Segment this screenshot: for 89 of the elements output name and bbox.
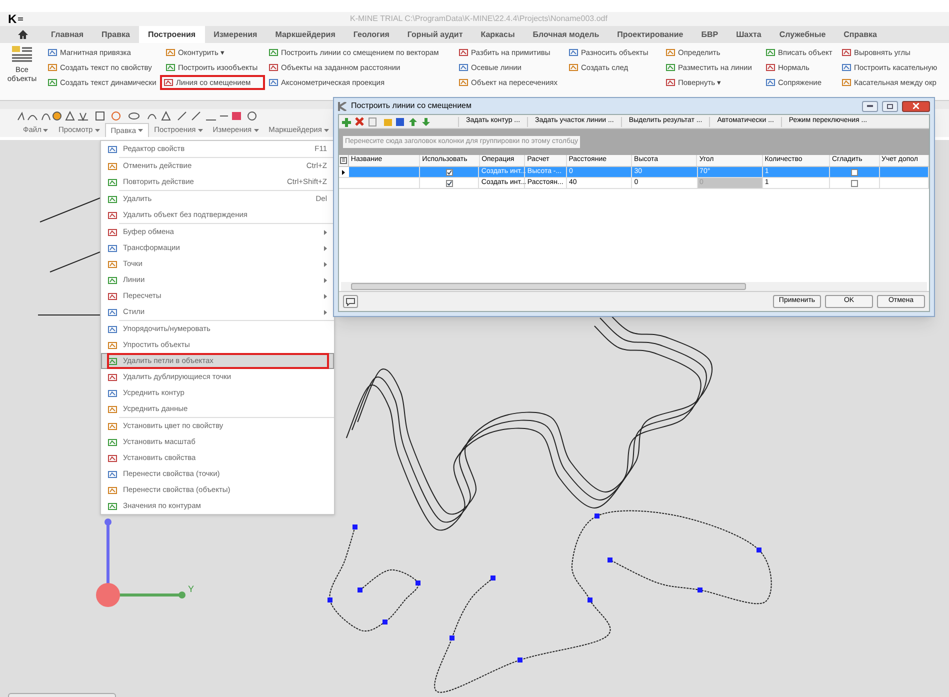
menu-item-icon: [108, 470, 117, 478]
menu-item-icon: [108, 276, 117, 284]
menu-item-icon: [108, 144, 117, 154]
tool-icon: [269, 48, 278, 57]
tool-icon: [766, 48, 775, 57]
menu-item-icon: [108, 356, 117, 366]
dialog-title: Построить линии со смещением: [351, 100, 472, 112]
tool-icon: [48, 63, 57, 72]
window-title: K-MINE TRIAL C:\ProgramData\K-MINE\22.4.4\Projects\Noname003.odf: [350, 13, 608, 25]
ribbon-tab[interactable]: Построения: [139, 26, 205, 43]
checkbox[interactable]: [446, 180, 453, 186]
checkbox[interactable]: [446, 168, 453, 176]
maximize-icon: [887, 104, 893, 108]
dropdown-caret-icon: [198, 128, 203, 132]
menu-item-icon: [108, 260, 117, 268]
tool-icon: [666, 48, 675, 57]
menu-item-icon: [108, 178, 117, 186]
tool-icon: [842, 63, 851, 72]
ribbon-tab[interactable]: Главная: [42, 26, 93, 43]
tool-icon: [48, 78, 57, 87]
ribbon-tab[interactable]: Блочная модель: [524, 26, 608, 43]
tool-icon: [166, 63, 175, 72]
checkbox[interactable]: [850, 180, 858, 186]
speech-bubble-icon: [346, 298, 355, 306]
menu-item-icon: [108, 228, 117, 236]
ribbon-tab[interactable]: Горный аудит: [398, 26, 472, 43]
dropdown-caret-icon: [138, 129, 144, 132]
menu-item-icon: [108, 502, 117, 510]
minimize-button[interactable]: [862, 100, 878, 112]
menu-item-icon: [108, 422, 117, 430]
ribbon-tab[interactable]: Шахта: [727, 26, 770, 43]
menu-item-icon: [108, 194, 117, 204]
current-row-icon: [342, 170, 346, 174]
tool-icon: [459, 48, 468, 57]
tool-icon: [842, 78, 851, 87]
column-chooser-icon[interactable]: [340, 157, 347, 164]
checkbox[interactable]: [850, 168, 858, 176]
app-logo: K: [8, 13, 17, 25]
home-icon[interactable]: [18, 30, 28, 39]
menu-item-icon: [108, 324, 117, 334]
menu-item-icon: [108, 244, 117, 252]
dropdown-caret-icon: [324, 128, 329, 132]
comment-button[interactable]: [343, 295, 358, 308]
menu-item-icon: [108, 308, 117, 316]
tool-icon: [766, 63, 775, 72]
tool-icon: [766, 78, 775, 87]
dropdown-caret-icon: [94, 128, 100, 132]
dropdown-caret-icon: [43, 128, 48, 132]
axis-label: Y: [188, 583, 194, 596]
menu-item-icon: [108, 292, 117, 300]
menu-item-icon: [108, 210, 117, 220]
tool-icon: [459, 78, 468, 87]
list-icon: [11, 45, 33, 65]
menu-item-icon: [108, 438, 117, 446]
tool-icon: [459, 63, 468, 72]
horizontal-scrollbar[interactable]: [341, 282, 927, 291]
app-logo-icon: [338, 102, 347, 110]
menu-item-icon: [108, 162, 117, 170]
ribbon-tab[interactable]: Каркасы: [472, 26, 524, 43]
ribbon-tab[interactable]: Измерения: [204, 26, 266, 43]
ribbon-tab[interactable]: Справка: [834, 26, 886, 43]
ribbon-tab[interactable]: Правка: [92, 26, 140, 43]
tool-icon: [166, 48, 175, 57]
tool-icon: [569, 48, 578, 57]
ribbon-tab[interactable]: Маркшейдерия: [266, 26, 344, 43]
menu-item-icon: [108, 454, 117, 462]
dropdown-caret-icon: [254, 128, 259, 132]
close-icon: [913, 103, 919, 109]
menu-item-icon: [108, 486, 117, 494]
ribbon-tab[interactable]: Проектирование: [608, 26, 692, 43]
tool-icon: [164, 78, 173, 87]
menu-item-icon: [108, 404, 117, 414]
tool-icon: [48, 48, 57, 57]
scrollbar-thumb[interactable]: [351, 283, 746, 290]
menu-item-icon: [108, 388, 117, 398]
tool-icon: [269, 78, 278, 87]
menu-item-icon: [108, 372, 117, 382]
tool-icon: [269, 63, 278, 72]
ribbon-tab[interactable]: БВР: [692, 26, 728, 43]
menu-item-icon: [108, 340, 117, 350]
tool-icon: [666, 78, 675, 87]
tool-icon: [666, 63, 675, 72]
ribbon-tab[interactable]: Геология: [344, 26, 398, 43]
tool-icon: [842, 48, 851, 57]
ribbon-tab[interactable]: Служебные: [770, 26, 835, 43]
minimize-icon: [867, 105, 873, 107]
maximize-button[interactable]: [882, 100, 898, 112]
tool-icon: [569, 63, 578, 72]
close-button[interactable]: [902, 100, 930, 112]
